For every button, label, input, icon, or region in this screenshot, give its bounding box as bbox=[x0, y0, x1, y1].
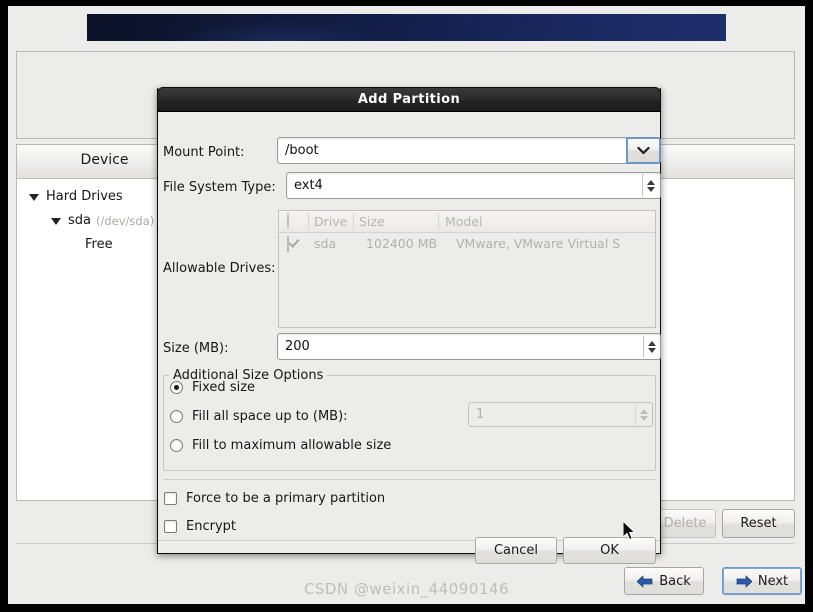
mount-point-input[interactable]: /boot bbox=[277, 137, 643, 164]
ok-button[interactable]: OK bbox=[563, 537, 656, 564]
drives-column-model[interactable]: Model bbox=[445, 214, 483, 229]
column-divider[interactable] bbox=[353, 213, 354, 230]
file-system-type-input[interactable]: ext4 bbox=[286, 172, 661, 199]
radio-fill-all-space[interactable]: Fill all space up to (MB): bbox=[170, 409, 348, 424]
checkbox-unchecked-icon[interactable] bbox=[164, 492, 177, 505]
dialog-title: Add Partition bbox=[357, 92, 461, 107]
expander-triangle-icon[interactable] bbox=[51, 218, 61, 225]
installer-banner bbox=[87, 14, 726, 41]
tree-row-sda[interactable]: sda (/dev/sda) bbox=[51, 211, 154, 230]
file-system-type-label: File System Type: bbox=[163, 180, 276, 195]
drive-row-checkbox[interactable] bbox=[287, 236, 289, 253]
allowable-drives-label: Allowable Drives: bbox=[163, 261, 276, 276]
column-divider[interactable] bbox=[308, 213, 309, 230]
fill-up-to-spinner[interactable] bbox=[635, 405, 652, 425]
mount-point-label: Mount Point: bbox=[163, 145, 245, 160]
expander-triangle-icon[interactable] bbox=[29, 194, 39, 201]
drives-column-select[interactable] bbox=[287, 212, 289, 229]
drives-list-header: Drive Size Model bbox=[279, 211, 655, 233]
spin-down-icon[interactable] bbox=[640, 416, 648, 421]
checkbox-unchecked-icon[interactable] bbox=[164, 520, 177, 533]
cancel-button[interactable]: Cancel bbox=[475, 537, 557, 564]
radio-selected-icon[interactable] bbox=[170, 381, 183, 394]
size-label: Size (MB): bbox=[163, 341, 229, 356]
reset-button[interactable]: Reset bbox=[722, 509, 795, 538]
table-row[interactable]: sda 102400 MB VMware, VMware Virtual S bbox=[279, 233, 655, 255]
arrow-left-icon bbox=[637, 574, 653, 588]
tree-item-label: sda bbox=[68, 213, 91, 228]
fill-up-to-value: 1 bbox=[476, 407, 485, 422]
spin-up-icon[interactable] bbox=[647, 179, 655, 185]
drives-column-size[interactable]: Size bbox=[359, 214, 385, 229]
checkbox-encrypt-label: Encrypt bbox=[186, 519, 236, 534]
spin-down-icon[interactable] bbox=[647, 186, 655, 192]
screen: Please Select A Device Device Hard Drive… bbox=[0, 0, 813, 612]
checkbox-encrypt[interactable]: Encrypt bbox=[164, 519, 236, 534]
dialog-body: Mount Point: /boot File System Type: ext… bbox=[158, 112, 661, 564]
allowable-drives-list[interactable]: Drive Size Model sda 102400 MB VMware, V… bbox=[278, 210, 656, 328]
checkbox-force-primary[interactable]: Force to be a primary partition bbox=[164, 491, 385, 506]
spin-down-icon[interactable] bbox=[648, 348, 656, 353]
tree-item-label: Hard Drives bbox=[46, 189, 123, 204]
column-divider[interactable] bbox=[438, 213, 439, 230]
mount-point-dropdown-button[interactable] bbox=[626, 137, 661, 164]
arrow-right-icon bbox=[736, 574, 752, 588]
radio-unselected-icon[interactable] bbox=[170, 439, 183, 452]
chevron-down-icon bbox=[637, 146, 650, 155]
radio-fixed-size-label: Fixed size bbox=[192, 380, 256, 395]
size-value: 200 bbox=[285, 339, 310, 354]
next-button-label: Next bbox=[757, 573, 789, 589]
size-spinner[interactable] bbox=[643, 336, 660, 358]
radio-fill-all-space-label: Fill all space up to (MB): bbox=[192, 409, 348, 424]
add-partition-dialog: Add Partition Mount Point: /boot File Sy… bbox=[157, 87, 661, 564]
dialog-titlebar[interactable]: Add Partition bbox=[157, 87, 661, 112]
tree-row-free[interactable]: Free bbox=[85, 235, 113, 254]
drive-row-size: 102400 MB bbox=[366, 236, 438, 251]
banner-sheen bbox=[87, 14, 726, 41]
mount-point-value: /boot bbox=[285, 143, 319, 158]
drives-column-drive[interactable]: Drive bbox=[314, 214, 347, 229]
back-button[interactable]: Back bbox=[624, 567, 704, 595]
select-all-circle-icon[interactable] bbox=[287, 212, 289, 229]
checkbox-force-primary-label: Force to be a primary partition bbox=[186, 491, 386, 506]
radio-fill-maximum[interactable]: Fill to maximum allowable size bbox=[170, 438, 391, 453]
checkbox-checked-icon[interactable] bbox=[287, 236, 289, 253]
drive-row-name: sda bbox=[314, 236, 337, 251]
size-input[interactable]: 200 bbox=[277, 333, 661, 360]
radio-unselected-icon[interactable] bbox=[170, 410, 183, 423]
next-button[interactable]: Next bbox=[722, 567, 802, 595]
file-system-type-spinner[interactable] bbox=[642, 174, 659, 197]
back-button-label: Back bbox=[659, 573, 691, 589]
file-system-type-value: ext4 bbox=[294, 178, 323, 193]
spin-up-icon[interactable] bbox=[640, 409, 648, 414]
delete-button[interactable]: Delete bbox=[654, 509, 716, 538]
radio-fill-maximum-label: Fill to maximum allowable size bbox=[192, 438, 392, 453]
spin-up-icon[interactable] bbox=[648, 341, 656, 346]
tree-item-label: Free bbox=[85, 237, 113, 252]
fill-up-to-input[interactable]: 1 bbox=[468, 402, 653, 427]
drive-row-model: VMware, VMware Virtual S bbox=[456, 236, 621, 251]
divider bbox=[163, 479, 656, 480]
radio-fixed-size[interactable]: Fixed size bbox=[170, 380, 255, 395]
tree-row-hard-drives[interactable]: Hard Drives bbox=[29, 187, 123, 206]
tree-item-sublabel: (/dev/sda) bbox=[96, 213, 155, 228]
